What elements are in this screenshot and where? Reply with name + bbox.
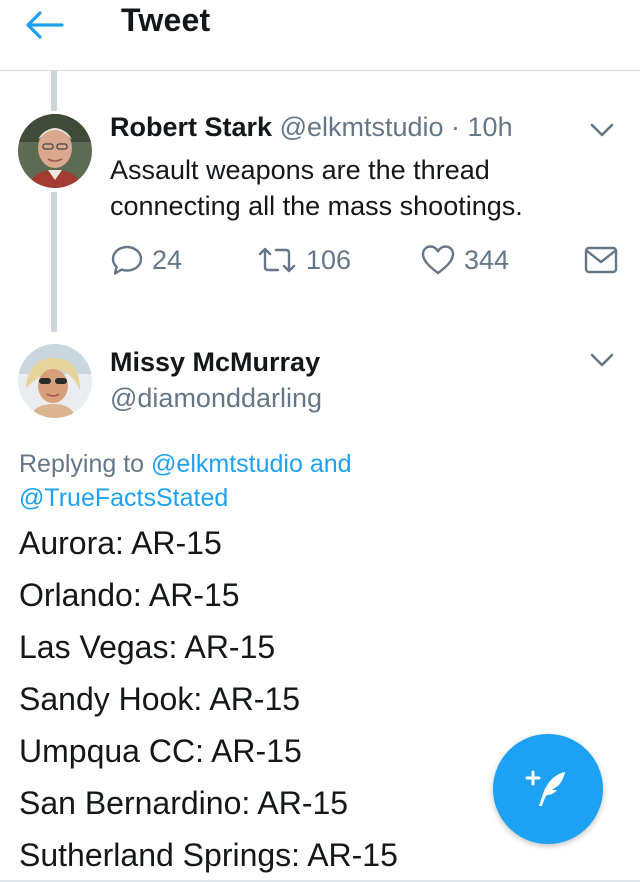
back-button[interactable] [22,8,66,42]
heart-icon [421,245,455,275]
tweet-text-line: Las Vegas: AR-15 [19,629,276,665]
direct-message-button[interactable] [583,242,627,278]
tweet-text-line: Sutherland Springs: AR-15 [19,837,398,873]
chevron-down-icon [590,353,614,367]
parent-tweet-meta: Robert Stark @elkmtstudio · 10h [110,112,513,143]
reply-count: 24 [152,244,183,275]
reply-icon [111,245,143,275]
replying-and: and [309,450,352,478]
tweet-text-line: Aurora: AR-15 [19,525,222,561]
author-name[interactable]: Robert Stark [110,112,272,142]
like-button[interactable]: 344 [420,242,509,278]
like-count: 344 [464,244,510,275]
author-handle[interactable]: @elkmtstudio [280,112,444,142]
replying-to: Replying to @elkmtstudio and @TrueFactsS… [19,447,579,515]
tweet-options-button[interactable] [584,118,620,142]
avatar-robert-stark[interactable] [18,114,92,188]
compose-quill-icon [525,770,565,806]
mention-link[interactable]: @elkmtstudio [151,450,303,478]
tweet-text-line: San Bernardino: AR-15 [19,785,349,821]
avatar-missy-mcmurray[interactable] [18,344,92,418]
reply-button[interactable]: 24 [110,242,182,278]
chevron-down-icon [590,123,614,137]
page-title: Tweet [121,2,211,38]
envelope-icon [584,246,618,274]
thread-connector [51,71,57,111]
tweet-text-line: Sandy Hook: AR-15 [19,681,301,717]
tweet-options-button[interactable] [584,348,620,372]
compose-tweet-button[interactable] [493,734,603,844]
retweet-icon [258,247,296,273]
author-name[interactable]: Missy McMurray [110,347,320,378]
arrow-left-icon [26,11,64,39]
thread-connector [51,192,57,332]
mention-link[interactable]: @TrueFactsStated [19,484,228,512]
parent-tweet-text: Assault weapons are the thread connectin… [110,155,523,221]
retweet-count: 106 [306,244,352,275]
retweet-button[interactable]: 106 [256,242,351,278]
tweet-time: · 10h [451,112,513,142]
author-handle[interactable]: @diamonddarling [110,383,322,414]
replying-prefix: Replying to [19,450,145,478]
tweet-text-line: Umpqua CC: AR-15 [19,733,302,769]
tweet-text-line: Orlando: AR-15 [19,577,240,613]
top-bar: Tweet [0,0,640,71]
